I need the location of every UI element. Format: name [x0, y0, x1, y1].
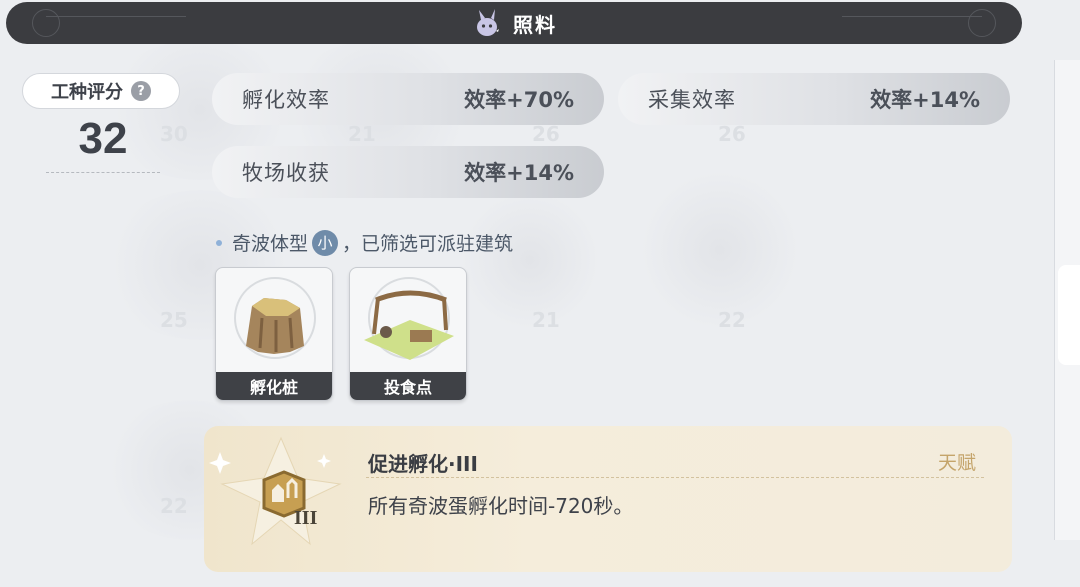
ghost-number: 25	[160, 308, 188, 332]
ghost-number: 26	[532, 122, 560, 146]
ghost-number: 21	[348, 122, 376, 146]
ghost-number: 22	[718, 308, 746, 332]
stat-name: 孵化效率	[242, 88, 330, 112]
header-ornament-line	[842, 16, 982, 30]
ghost-number: 22	[160, 494, 188, 518]
building-label: 投食点	[350, 372, 466, 400]
filter-prefix: 奇波体型	[232, 233, 309, 255]
stat-name: 牧场收获	[242, 161, 330, 185]
talent-description: 所有奇波蛋孵化时间-720秒。	[368, 494, 634, 518]
stat-hatch-efficiency: 孵化效率 效率+70%	[212, 73, 604, 125]
stat-value: 效率+14%	[464, 161, 574, 185]
talent-badge-level: III	[294, 507, 318, 529]
stat-name: 采集效率	[648, 88, 736, 112]
job-score-value: 32	[78, 114, 128, 163]
side-scroll-panel[interactable]	[1054, 60, 1080, 540]
stat-value: 效率+70%	[464, 88, 574, 112]
help-icon[interactable]: ?	[131, 81, 151, 101]
header-bar: 照料	[6, 2, 1022, 44]
talent-divider	[366, 477, 984, 478]
talent-tag: 天赋	[938, 452, 977, 474]
job-score-label-text: 工种评分	[51, 82, 123, 103]
hatching-stump-icon	[234, 277, 316, 359]
header-ornament	[968, 9, 996, 37]
building-card-feeding-spot[interactable]: 投食点	[349, 267, 467, 401]
stat-gather-efficiency: 采集效率 效率+14%	[618, 73, 1010, 125]
header-title: 照料	[513, 12, 557, 37]
filter-suffix: ，已筛选可派驻建筑	[342, 233, 514, 255]
talent-title: 促进孵化·III	[368, 452, 478, 476]
feeding-spot-icon	[364, 277, 454, 360]
building-filter-note: 奇波体型 小 ，已筛选可派驻建筑	[216, 229, 513, 256]
bullet-dot	[216, 239, 222, 246]
hatch-boost-badge-icon: III	[209, 436, 342, 546]
ghost-number: 21	[532, 308, 560, 332]
job-score-label: 工种评分 ?	[22, 73, 180, 109]
ghost-number: 30	[160, 122, 188, 146]
qibo-creature-icon	[477, 9, 499, 36]
size-badge: 小	[312, 229, 339, 256]
building-label: 孵化桩	[216, 372, 332, 400]
ghost-number: 26	[718, 122, 746, 146]
side-tab[interactable]	[1058, 265, 1080, 365]
score-divider	[46, 172, 160, 173]
stat-ranch-harvest: 牧场收获 效率+14%	[212, 146, 604, 198]
building-card-hatching-stump[interactable]: 孵化桩	[215, 267, 333, 401]
header-ornament-line	[46, 16, 186, 30]
stat-value: 效率+14%	[870, 88, 980, 112]
